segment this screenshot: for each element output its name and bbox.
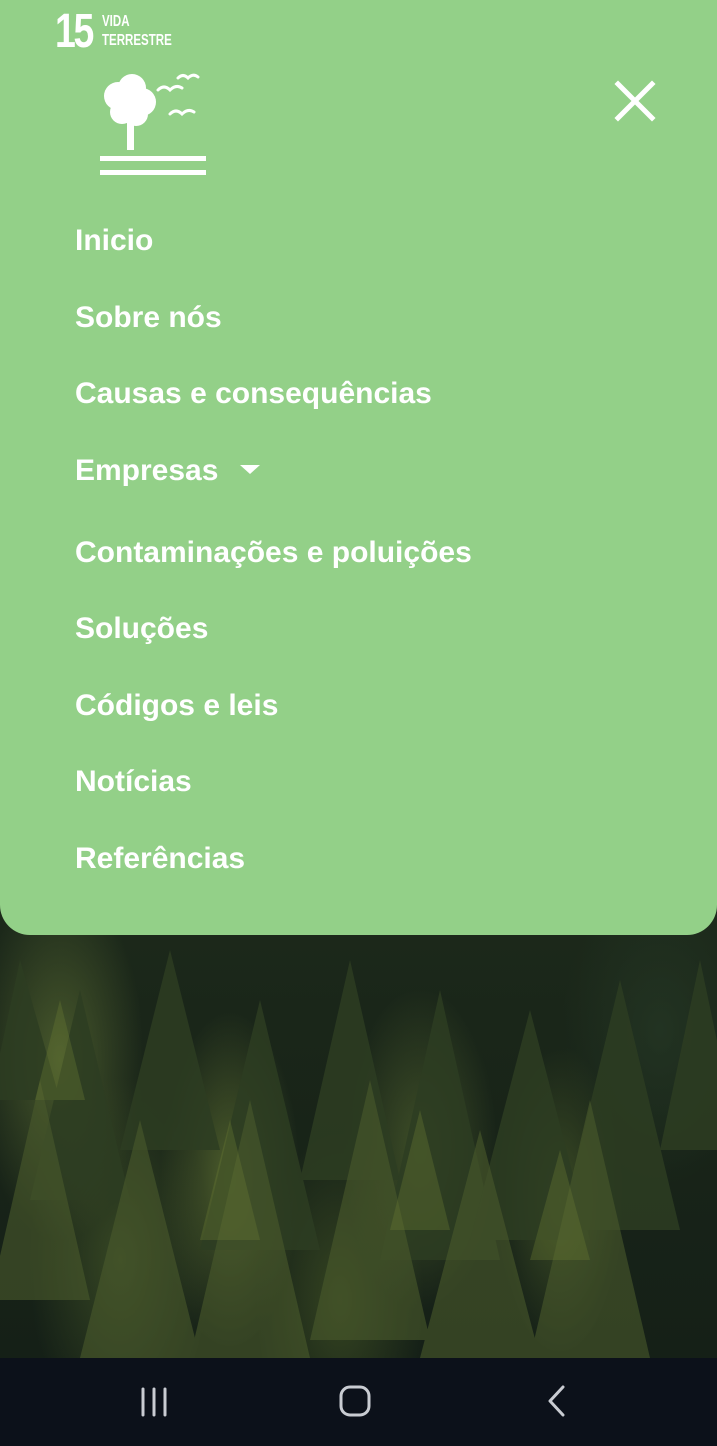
close-icon[interactable] bbox=[606, 72, 664, 130]
sdg-number: 15 bbox=[55, 5, 94, 58]
nav-item-contaminacoes-e-poluicoes[interactable]: Contaminações e poluições bbox=[75, 535, 472, 571]
nav-item-noticias[interactable]: Notícias bbox=[75, 764, 192, 800]
nav-item-causas-e-consequencias[interactable]: Causas e consequências bbox=[75, 376, 432, 412]
nav-item-label: Contaminações e poluições bbox=[75, 536, 472, 569]
nav-item-label: Referências bbox=[75, 842, 246, 875]
nav-item-inicio[interactable]: Inicio bbox=[75, 223, 153, 259]
nav-item-label: Empresas bbox=[75, 454, 219, 487]
nav-item-label: Sobre nós bbox=[75, 301, 222, 334]
nav-item-label: Inicio bbox=[75, 224, 154, 257]
nav-item-label: Soluções bbox=[75, 612, 209, 645]
tree-birds-icon bbox=[100, 73, 206, 175]
nav-item-label: Notícias bbox=[75, 765, 192, 798]
nav-item-referencias[interactable]: Referências bbox=[75, 841, 245, 877]
nav-item-solucoes[interactable]: Soluções bbox=[75, 611, 208, 647]
nav-item-codigos-e-leis[interactable]: Códigos e leis bbox=[75, 688, 278, 724]
back-icon[interactable] bbox=[540, 1382, 574, 1420]
recents-icon[interactable] bbox=[136, 1384, 172, 1420]
system-navigation-bar bbox=[0, 1358, 717, 1446]
sdg-title-line1: VIDA bbox=[102, 13, 130, 30]
nav-item-empresas[interactable]: Empresas bbox=[75, 453, 261, 489]
nav-item-sobre-nos[interactable]: Sobre nós bbox=[75, 300, 222, 336]
sdg-title: VIDA TERRESTRE bbox=[102, 12, 172, 50]
nav-item-label: Causas e consequências bbox=[75, 377, 432, 410]
caret-down-icon[interactable] bbox=[240, 464, 261, 474]
home-icon[interactable] bbox=[336, 1382, 374, 1420]
sdg-title-line2: TERRESTRE bbox=[102, 32, 172, 49]
nav-item-label: Códigos e leis bbox=[75, 689, 279, 722]
navigation-menu-panel: 15 VIDA TERRESTRE Inicio Sobre nós Causa… bbox=[0, 0, 717, 935]
